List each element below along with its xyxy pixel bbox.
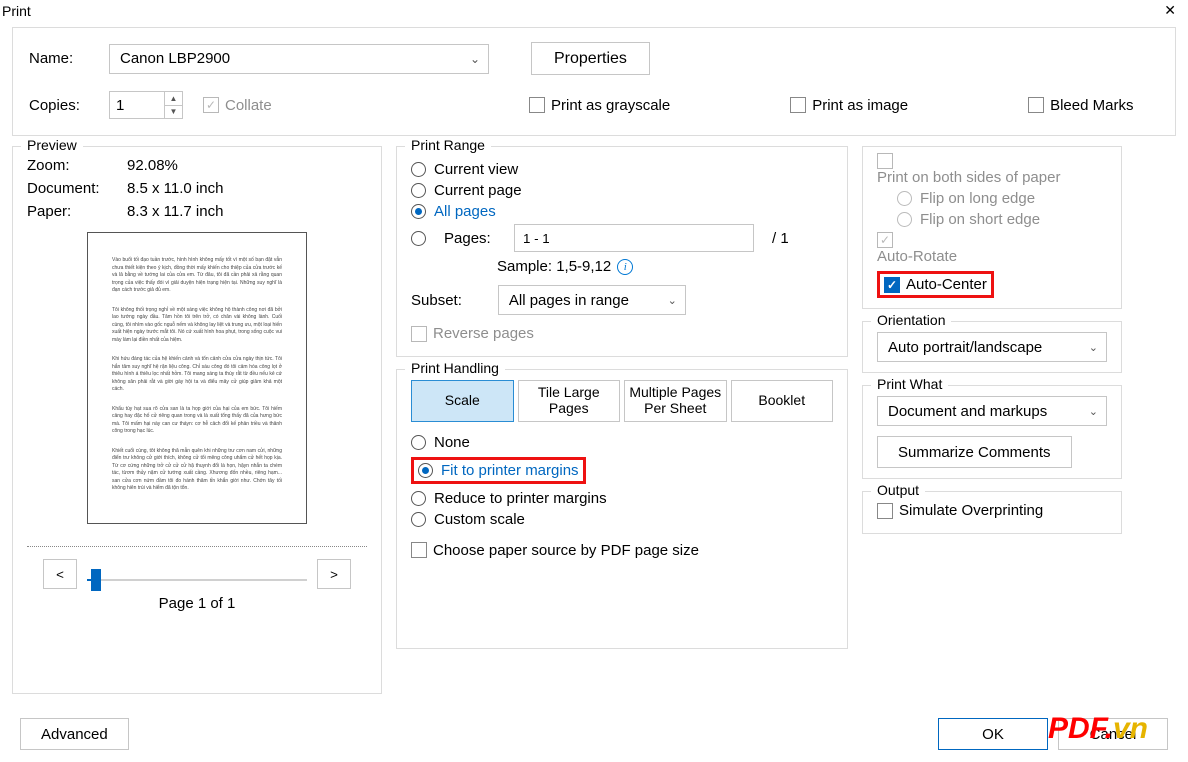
prev-page-button[interactable]: <	[43, 559, 77, 589]
zoom-label: Zoom:	[27, 157, 127, 174]
paper-label: Paper:	[27, 203, 127, 220]
orientation-legend: Orientation	[871, 312, 951, 328]
page-slider[interactable]	[87, 565, 307, 583]
radio-fit-margins[interactable]: Fit to printer margins	[418, 462, 579, 479]
subset-label: Subset:	[411, 292, 462, 309]
pages-input[interactable]	[514, 224, 754, 252]
doc-label: Document:	[27, 180, 127, 197]
properties-button[interactable]: Properties	[531, 42, 650, 75]
radio-current-view[interactable]: Current view	[411, 161, 833, 178]
orientation-select[interactable]: Auto portrait/landscape⌄	[877, 332, 1107, 362]
chevron-down-icon: ⌄	[1089, 405, 1098, 418]
titlebar: Print ✕	[0, 0, 1188, 21]
collate-checkbox: Collate	[203, 97, 272, 114]
radio-none[interactable]: None	[411, 434, 833, 451]
preview-legend: Preview	[21, 137, 83, 153]
tab-tile[interactable]: Tile Large Pages	[518, 380, 621, 422]
radio-reduce-margins[interactable]: Reduce to printer margins	[411, 490, 833, 507]
close-icon[interactable]: ✕	[1164, 2, 1176, 19]
pages-total: / 1	[772, 230, 789, 247]
copies-input[interactable]	[110, 92, 164, 118]
print-handling-fieldset: Print Handling Scale Tile Large Pages Mu…	[396, 369, 848, 649]
radio-flip-short: Flip on short edge	[897, 211, 1107, 228]
summarize-comments-button[interactable]: Summarize Comments	[877, 436, 1072, 468]
simulate-overprinting-checkbox[interactable]: Simulate Overprinting	[877, 502, 1043, 519]
radio-pages[interactable]: Pages: / 1	[411, 224, 833, 252]
print-what-select[interactable]: Document and markups⌄	[877, 396, 1107, 426]
copies-down[interactable]: ▼	[164, 106, 182, 119]
info-icon[interactable]: i	[617, 259, 633, 275]
copies-label: Copies:	[29, 97, 89, 114]
printer-select[interactable]: Canon LBP2900 ⌄	[109, 44, 489, 74]
auto-center-checkbox[interactable]: Auto-Center	[884, 276, 987, 293]
print-range-fieldset: Print Range Current view Current page Al…	[396, 146, 848, 357]
sample-text: Sample: 1,5-9,12	[497, 258, 611, 275]
zoom-value: 92.08%	[127, 157, 367, 174]
page-indicator: Page 1 of 1	[27, 595, 367, 612]
printer-name: Canon LBP2900	[120, 50, 230, 67]
output-legend: Output	[871, 482, 925, 498]
preview-fieldset: Preview Zoom:92.08% Document:8.5 x 11.0 …	[12, 146, 382, 694]
range-legend: Print Range	[405, 137, 491, 153]
chevron-down-icon: ⌄	[1089, 341, 1098, 354]
tab-scale[interactable]: Scale	[411, 380, 514, 422]
advanced-button[interactable]: Advanced	[20, 718, 129, 750]
radio-all-pages[interactable]: All pages	[411, 203, 833, 220]
top-panel: Name: Canon LBP2900 ⌄ Properties Copies:…	[12, 27, 1176, 136]
both-sides-checkbox: Print on both sides of paper	[877, 153, 1107, 186]
auto-rotate-checkbox: Auto-Rotate	[877, 232, 1107, 265]
radio-flip-long: Flip on long edge	[897, 190, 1107, 207]
orientation-fieldset: Orientation Auto portrait/landscape⌄	[862, 321, 1122, 373]
reverse-pages-checkbox: Reverse pages	[411, 325, 534, 342]
tab-multi[interactable]: Multiple Pages Per Sheet	[624, 380, 727, 422]
chevron-down-icon: ⌄	[668, 294, 677, 307]
cancel-button[interactable]: Cancel	[1058, 718, 1168, 750]
print-what-fieldset: Print What Document and markups⌄ Summari…	[862, 385, 1122, 479]
window-title: Print	[0, 3, 31, 19]
name-label: Name:	[29, 50, 89, 67]
radio-current-page[interactable]: Current page	[411, 182, 833, 199]
copies-up[interactable]: ▲	[164, 92, 182, 106]
doc-value: 8.5 x 11.0 inch	[127, 180, 367, 197]
radio-custom-scale[interactable]: Custom scale	[411, 511, 833, 528]
bleed-marks-checkbox[interactable]: Bleed Marks	[1028, 97, 1133, 114]
subset-select[interactable]: All pages in range⌄	[498, 285, 686, 315]
paper-value: 8.3 x 11.7 inch	[127, 203, 367, 220]
handling-legend: Print Handling	[405, 360, 505, 376]
tab-booklet[interactable]: Booklet	[731, 380, 834, 422]
next-page-button[interactable]: >	[317, 559, 351, 589]
ok-button[interactable]: OK	[938, 718, 1048, 750]
choose-source-checkbox[interactable]: Choose paper source by PDF page size	[411, 542, 699, 559]
sides-fieldset: Print on both sides of paper Flip on lon…	[862, 146, 1122, 309]
print-what-legend: Print What	[871, 376, 948, 392]
output-fieldset: Output Simulate Overprinting	[862, 491, 1122, 534]
copies-stepper[interactable]: ▲▼	[109, 91, 183, 119]
chevron-down-icon: ⌄	[470, 52, 480, 66]
grayscale-checkbox[interactable]: Print as grayscale	[529, 97, 670, 114]
print-as-image-checkbox[interactable]: Print as image	[790, 97, 908, 114]
preview-page: Vào buổi tối đạo tuần trước, hình hình k…	[87, 232, 307, 524]
